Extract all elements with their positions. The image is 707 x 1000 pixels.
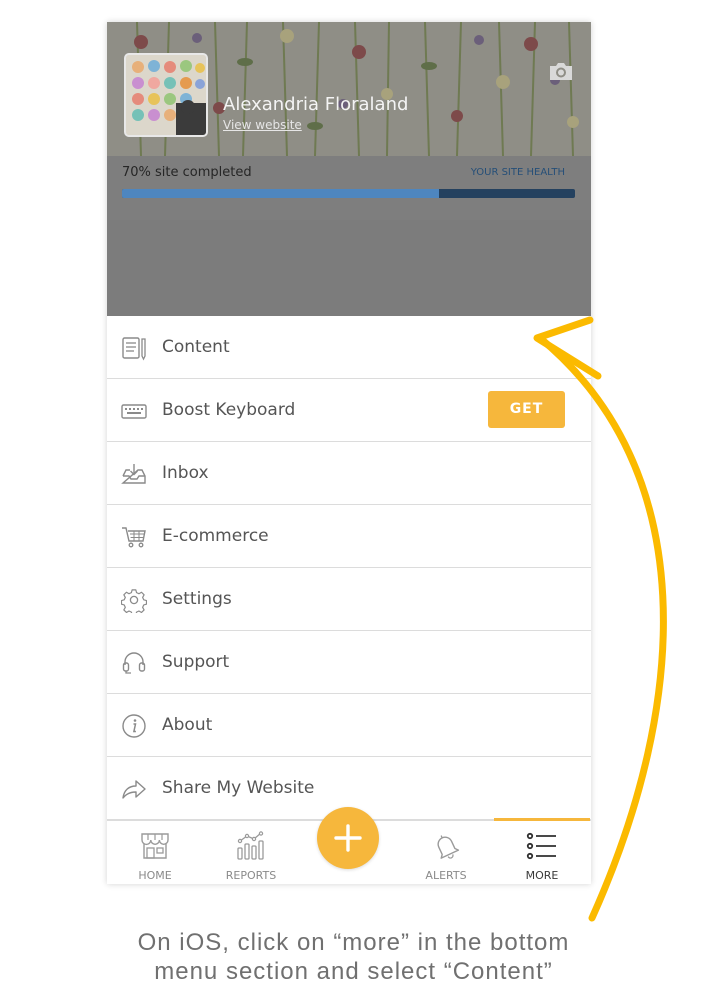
keyboard-icon <box>121 404 147 419</box>
menu-item-ecommerce[interactable]: E-commerce <box>107 505 591 568</box>
content-icon <box>122 337 146 361</box>
menu-item-support[interactable]: Support <box>107 631 591 694</box>
caption-line: menu section and select “Content” <box>154 958 553 985</box>
phone-screen: Alexandria Floraland View website 70% si… <box>107 22 591 884</box>
tab-label: REPORTS <box>225 869 277 882</box>
tab-more[interactable]: MORE <box>494 818 590 884</box>
inbox-icon <box>121 464 146 484</box>
tab-home[interactable]: HOME <box>107 821 203 884</box>
completion-progress-fill <box>122 189 440 198</box>
user-name: Alexandria Floraland <box>223 94 409 115</box>
share-icon <box>122 780 146 799</box>
menu-item-label: Boost Keyboard <box>162 400 296 420</box>
reports-icon <box>237 831 264 860</box>
menu-item-boost-keyboard[interactable]: Boost Keyboard GET <box>107 379 591 442</box>
view-website-link[interactable]: View website <box>223 118 302 132</box>
cover-photo: Alexandria Floraland View website <box>107 22 591 156</box>
menu-item-label: Content <box>162 337 230 357</box>
tab-label: ALERTS <box>425 869 467 882</box>
tab-alerts[interactable]: ALERTS <box>398 821 494 884</box>
add-button[interactable] <box>317 807 379 869</box>
more-menu: Content Boost Keyboard GET Inbox E-comme… <box>107 316 591 820</box>
avatar[interactable] <box>124 53 208 137</box>
headset-icon <box>122 652 146 674</box>
menu-item-label: About <box>162 715 213 735</box>
site-health-link[interactable]: YOUR SITE HEALTH <box>471 167 565 178</box>
plus-icon <box>334 824 362 852</box>
tab-label: MORE <box>525 869 559 882</box>
instruction-caption: On iOS, click on “more” in the bottom me… <box>0 928 707 986</box>
site-completion-text: 70% site completed <box>122 165 252 180</box>
dimmed-overlay <box>107 220 591 316</box>
menu-item-label: Settings <box>162 589 232 609</box>
store-icon <box>141 833 169 859</box>
get-button[interactable]: GET <box>488 391 565 428</box>
menu-item-label: Share My Website <box>162 778 315 798</box>
bell-icon <box>437 835 460 859</box>
active-tab-indicator <box>494 818 590 821</box>
tab-label: HOME <box>138 869 172 882</box>
menu-item-about[interactable]: About <box>107 694 591 757</box>
menu-item-inbox[interactable]: Inbox <box>107 442 591 505</box>
site-health-panel: 70% site completed YOUR SITE HEALTH <box>107 156 591 220</box>
camera-icon[interactable] <box>548 60 574 82</box>
info-icon <box>122 714 146 738</box>
caption-line: On iOS, click on “more” in the bottom <box>137 929 570 956</box>
menu-item-label: Support <box>162 652 230 672</box>
gear-icon <box>121 589 147 613</box>
menu-item-label: E-commerce <box>162 526 269 546</box>
tab-reports[interactable]: REPORTS <box>203 821 299 884</box>
menu-item-label: Inbox <box>162 463 209 483</box>
cart-icon <box>122 527 146 548</box>
menu-item-content[interactable]: Content <box>107 316 591 379</box>
completion-progress-bar <box>122 189 575 198</box>
menu-item-settings[interactable]: Settings <box>107 568 591 631</box>
list-icon <box>526 832 556 860</box>
bottom-tab-bar: HOME REPORTS ALERTS MORE <box>107 807 591 884</box>
